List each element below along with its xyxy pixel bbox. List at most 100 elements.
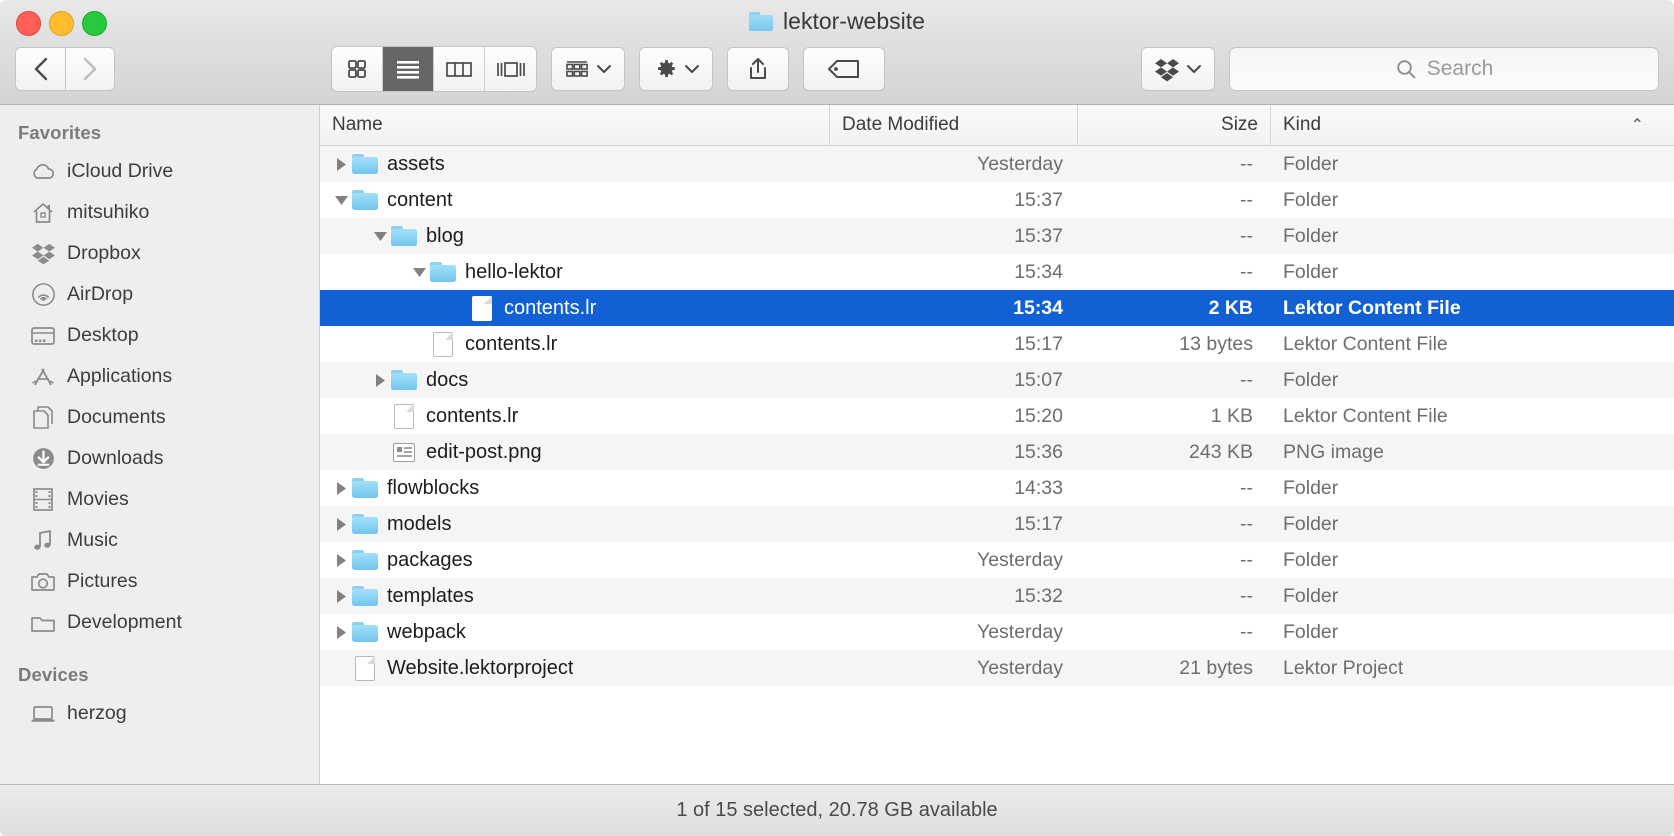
home-icon bbox=[30, 200, 56, 226]
cell-size: 243 KB bbox=[1078, 441, 1271, 464]
disclosure-triangle-collapsed-icon bbox=[335, 553, 348, 568]
sidebar-item-label: Desktop bbox=[67, 324, 139, 347]
cell-date-modified: 14:33 bbox=[830, 477, 1078, 500]
table-row[interactable]: hello-lektor15:34--Folder bbox=[320, 254, 1674, 290]
table-row[interactable]: Website.lektorprojectYesterday21 bytesLe… bbox=[320, 650, 1674, 686]
disclosure-triangle-collapsed-icon bbox=[335, 481, 348, 496]
file-type-icon bbox=[352, 622, 378, 642]
disclosure-triangle[interactable] bbox=[408, 266, 430, 279]
folder-icon bbox=[352, 514, 378, 534]
cell-size: 21 bytes bbox=[1078, 657, 1271, 680]
sidebar-item-movies[interactable]: Movies bbox=[0, 479, 319, 520]
table-row[interactable]: webpackYesterday--Folder bbox=[320, 614, 1674, 650]
dropbox-icon bbox=[1154, 56, 1180, 82]
sidebar-item-desktop[interactable]: Desktop bbox=[0, 315, 319, 356]
sidebar-item-development[interactable]: Development bbox=[0, 602, 319, 643]
sidebar-item-applications[interactable]: Applications bbox=[0, 356, 319, 397]
table-row[interactable]: contents.lr15:342 KBLektor Content File bbox=[320, 290, 1674, 326]
cell-kind: Folder bbox=[1271, 153, 1674, 176]
sidebar-item-downloads[interactable]: Downloads bbox=[0, 438, 319, 479]
folder-icon bbox=[391, 370, 417, 390]
icon-view-button[interactable] bbox=[332, 47, 383, 91]
folder-icon bbox=[352, 550, 378, 570]
toolbar: Search bbox=[0, 45, 1674, 93]
cell-date-modified: Yesterday bbox=[830, 621, 1078, 644]
sidebar-item-dropbox[interactable]: Dropbox bbox=[0, 233, 319, 274]
cell-name: blog bbox=[320, 225, 830, 248]
column-header-name[interactable]: Name bbox=[320, 105, 830, 145]
list-view-button[interactable] bbox=[383, 47, 434, 91]
sidebar-item-label: Pictures bbox=[67, 570, 137, 593]
back-button[interactable] bbox=[15, 47, 65, 91]
cell-name: packages bbox=[320, 549, 830, 572]
search-field[interactable]: Search bbox=[1229, 47, 1659, 91]
disclosure-triangle[interactable] bbox=[330, 589, 352, 604]
cell-kind: Folder bbox=[1271, 621, 1674, 644]
desktop-icon bbox=[30, 323, 56, 349]
disclosure-triangle[interactable] bbox=[330, 194, 352, 207]
action-button[interactable] bbox=[639, 47, 713, 91]
file-rows: assetsYesterday--Foldercontent15:37--Fol… bbox=[320, 146, 1674, 784]
table-row[interactable]: contents.lr15:1713 bytesLektor Content F… bbox=[320, 326, 1674, 362]
table-row[interactable]: flowblocks14:33--Folder bbox=[320, 470, 1674, 506]
cell-kind: Lektor Content File bbox=[1271, 297, 1674, 320]
table-row[interactable]: models15:17--Folder bbox=[320, 506, 1674, 542]
table-row[interactable]: edit-post.png15:36243 KBPNG image bbox=[320, 434, 1674, 470]
gallery-icon bbox=[496, 58, 526, 80]
sidebar-item-herzog[interactable]: herzog bbox=[0, 693, 319, 734]
share-button[interactable] bbox=[727, 47, 789, 91]
arrange-button[interactable] bbox=[551, 47, 625, 91]
disclosure-triangle[interactable] bbox=[330, 517, 352, 532]
disclosure-triangle[interactable] bbox=[330, 553, 352, 568]
sidebar-item-label: mitsuhiko bbox=[67, 201, 149, 224]
cell-date-modified: 15:34 bbox=[830, 297, 1078, 320]
disclosure-triangle[interactable] bbox=[369, 230, 391, 243]
disclosure-triangle[interactable] bbox=[369, 373, 391, 388]
folder-icon bbox=[430, 262, 456, 282]
table-row[interactable]: packagesYesterday--Folder bbox=[320, 542, 1674, 578]
disclosure-triangle[interactable] bbox=[330, 625, 352, 640]
sidebar-item-pictures[interactable]: Pictures bbox=[0, 561, 319, 602]
folder-icon bbox=[352, 586, 378, 606]
sidebar-item-icloud-drive[interactable]: iCloud Drive bbox=[0, 151, 319, 192]
tags-button[interactable] bbox=[803, 47, 885, 91]
navigation-buttons bbox=[15, 47, 115, 91]
table-row[interactable]: assetsYesterday--Folder bbox=[320, 146, 1674, 182]
gallery-view-button[interactable] bbox=[485, 47, 536, 91]
table-row[interactable]: blog15:37--Folder bbox=[320, 218, 1674, 254]
file-type-icon bbox=[430, 262, 456, 282]
file-type-icon bbox=[469, 296, 495, 321]
table-row[interactable]: contents.lr15:201 KBLektor Content File bbox=[320, 398, 1674, 434]
table-row[interactable]: templates15:32--Folder bbox=[320, 578, 1674, 614]
table-row[interactable]: docs15:07--Folder bbox=[320, 362, 1674, 398]
disclosure-triangle[interactable] bbox=[330, 157, 352, 172]
column-header-date-modified[interactable]: Date Modified bbox=[830, 105, 1078, 145]
cell-size: -- bbox=[1078, 585, 1271, 608]
window-body: Favorites iCloud Drive mitsuhiko bbox=[0, 105, 1674, 784]
sidebar-item-label: Movies bbox=[67, 488, 129, 511]
cloud-icon bbox=[30, 159, 56, 185]
cell-kind: PNG image bbox=[1271, 441, 1674, 464]
png-image-icon bbox=[393, 443, 415, 462]
sidebar-item-mitsuhiko[interactable]: mitsuhiko bbox=[0, 192, 319, 233]
column-header-size[interactable]: Size bbox=[1078, 105, 1271, 145]
column-header-kind[interactable]: Kind ⌃ bbox=[1271, 105, 1674, 145]
folder-icon bbox=[352, 190, 378, 210]
cell-name: contents.lr bbox=[320, 404, 830, 429]
file-type-icon bbox=[352, 656, 378, 681]
sidebar-item-documents[interactable]: Documents bbox=[0, 397, 319, 438]
sidebar-item-label: Downloads bbox=[67, 447, 163, 470]
sidebar-item-airdrop[interactable]: AirDrop bbox=[0, 274, 319, 315]
folder-icon bbox=[352, 478, 378, 498]
file-name: packages bbox=[387, 549, 473, 572]
table-row[interactable]: content15:37--Folder bbox=[320, 182, 1674, 218]
cell-size: 1 KB bbox=[1078, 405, 1271, 428]
column-view-button[interactable] bbox=[434, 47, 485, 91]
file-name: content bbox=[387, 189, 453, 212]
cell-date-modified: 15:07 bbox=[830, 369, 1078, 392]
dropbox-button[interactable] bbox=[1141, 47, 1215, 91]
sidebar-section-favorites-header: Favorites bbox=[0, 115, 319, 151]
forward-button[interactable] bbox=[65, 47, 115, 91]
disclosure-triangle[interactable] bbox=[330, 481, 352, 496]
sidebar-item-music[interactable]: Music bbox=[0, 520, 319, 561]
